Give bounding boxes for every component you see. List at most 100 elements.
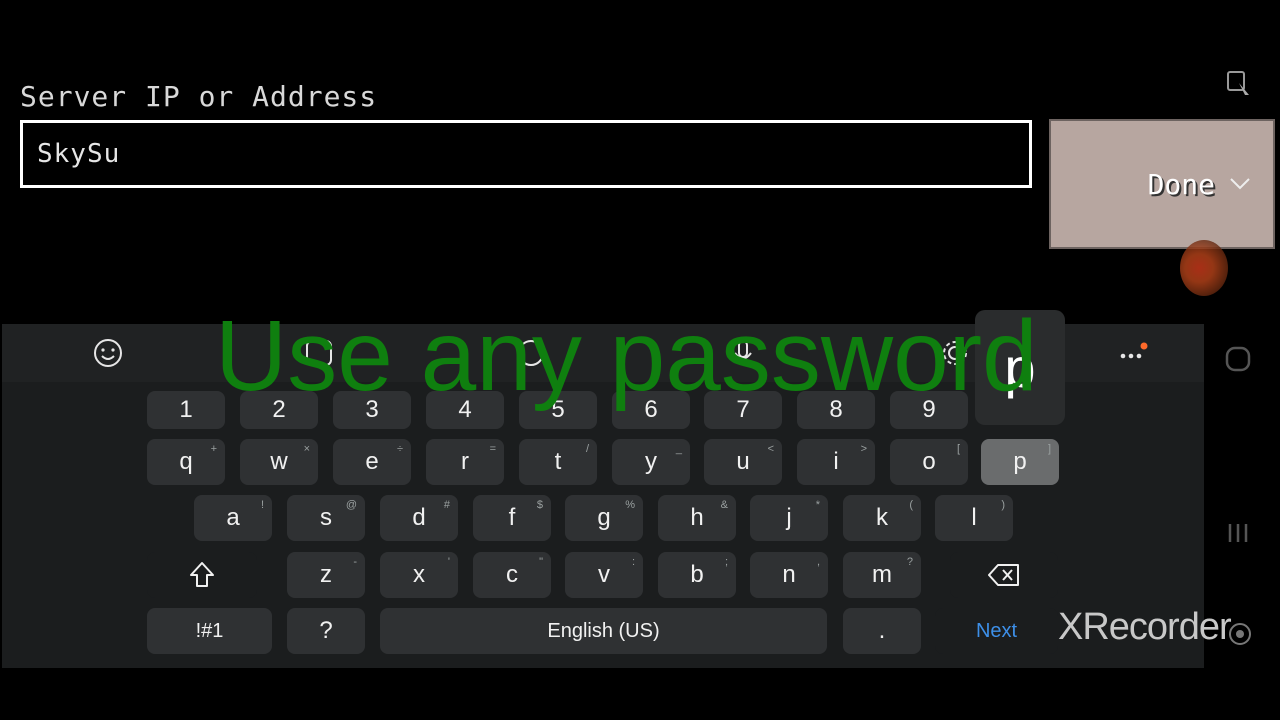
shift-key[interactable]	[147, 552, 257, 598]
key-alt: &	[720, 499, 728, 511]
key-alt: $	[536, 499, 543, 511]
key-alt: %	[625, 499, 635, 511]
space-key[interactable]: English (US)	[380, 608, 827, 654]
key-letter: k	[876, 504, 888, 531]
key-o[interactable]: o[	[890, 439, 968, 485]
key-4[interactable]: 4	[426, 391, 504, 429]
more-options-icon[interactable]	[1115, 336, 1149, 370]
key-y[interactable]: y _	[612, 439, 690, 485]
key-letter: i	[833, 448, 839, 475]
key-q[interactable]: q +	[147, 439, 225, 485]
key-d[interactable]: d #	[380, 495, 458, 541]
key-m[interactable]: m?	[843, 552, 921, 598]
key-letter: g	[597, 504, 611, 531]
done-label: Done	[1147, 167, 1215, 201]
key-t[interactable]: t /	[519, 439, 597, 485]
key-3[interactable]: 3	[333, 391, 411, 429]
key-letter: o	[922, 448, 936, 475]
key-letter: f	[508, 504, 516, 531]
key-alt: (	[909, 499, 913, 511]
key-9[interactable]: 9	[890, 391, 968, 429]
period-key[interactable]: .	[843, 608, 921, 654]
key-letter: e	[365, 448, 379, 475]
home-icon[interactable]	[1222, 344, 1254, 374]
key-e[interactable]: e ÷	[333, 439, 411, 485]
key-u[interactable]: u <	[704, 439, 782, 485]
key-alt: ;	[724, 556, 728, 568]
key-alt: [	[956, 443, 960, 455]
key-alt: "	[539, 556, 543, 568]
key-1[interactable]: 1	[147, 391, 225, 429]
key-w[interactable]: w ×	[240, 439, 318, 485]
key-f[interactable]: f $	[473, 495, 551, 541]
key-alt: :	[631, 556, 635, 568]
key-letter: r	[461, 448, 469, 475]
key-j[interactable]: j *	[750, 495, 828, 541]
key-alt: @	[345, 499, 357, 511]
key-letter: y	[645, 448, 657, 475]
key-c[interactable]: c "	[473, 552, 551, 598]
key-preview-popup: p	[975, 310, 1065, 425]
key-i[interactable]: i >	[797, 439, 875, 485]
key-alt: <	[767, 443, 774, 455]
key-alt: ]	[1047, 443, 1051, 455]
key-alt: !	[260, 499, 264, 511]
key-8[interactable]: 8	[797, 391, 875, 429]
key-alt: ×	[303, 443, 310, 455]
key-g[interactable]: g%	[565, 495, 643, 541]
key-7[interactable]: 7	[704, 391, 782, 429]
key-alt: ÷	[396, 443, 403, 455]
record-indicator-icon[interactable]	[1180, 240, 1228, 296]
symbols-key[interactable]: !#1	[147, 608, 272, 654]
key-z[interactable]: z-	[287, 552, 365, 598]
key-letter: b	[690, 561, 704, 588]
key-alt: +	[210, 443, 217, 455]
key-letter: s	[320, 504, 332, 531]
key-alt: *	[815, 499, 820, 511]
key-letter: w	[270, 448, 288, 475]
microphone-icon[interactable]	[726, 336, 760, 370]
key-r[interactable]: r =	[426, 439, 504, 485]
key-v[interactable]: v:	[565, 552, 643, 598]
key-alt: ?	[906, 556, 913, 568]
key-p[interactable]: p]	[981, 439, 1059, 485]
key-letter: x	[413, 561, 425, 588]
key-l[interactable]: l)	[935, 495, 1013, 541]
key-a[interactable]: a!	[194, 495, 272, 541]
key-letter: l	[971, 504, 977, 531]
gear-icon[interactable]	[938, 336, 972, 370]
recent-apps-icon[interactable]	[1222, 518, 1254, 548]
watermark-settings-icon	[1226, 620, 1254, 648]
key-letter: u	[736, 448, 750, 475]
key-letter: m	[872, 561, 892, 588]
emoji-icon[interactable]	[91, 336, 125, 370]
key-2[interactable]: 2	[240, 391, 318, 429]
key-n[interactable]: n,	[750, 552, 828, 598]
next-key[interactable]: Next	[935, 608, 1058, 654]
key-x[interactable]: x '	[380, 552, 458, 598]
backspace-key[interactable]	[950, 552, 1058, 598]
key-letter: c	[506, 561, 518, 588]
key-alt: >	[860, 443, 867, 455]
shift-icon	[189, 561, 215, 589]
key-s[interactable]: s @	[287, 495, 365, 541]
screen-translate-icon[interactable]	[1224, 68, 1254, 100]
key-alt: /	[585, 443, 589, 455]
server-address-value: SkySu	[37, 139, 121, 169]
key-letter: v	[598, 561, 610, 588]
key-6[interactable]: 6	[612, 391, 690, 429]
key-k[interactable]: k(	[843, 495, 921, 541]
done-button[interactable]: Done	[1049, 119, 1275, 249]
key-5[interactable]: 5	[519, 391, 597, 429]
key-letter: t	[554, 448, 562, 475]
question-key[interactable]: ?	[287, 608, 365, 654]
gif-icon[interactable]	[514, 336, 548, 370]
key-b[interactable]: b;	[658, 552, 736, 598]
backspace-icon	[988, 564, 1020, 586]
key-letter: a	[226, 504, 240, 531]
sticker-icon[interactable]	[302, 336, 336, 370]
key-h[interactable]: h &	[658, 495, 736, 541]
key-alt: _	[675, 443, 682, 455]
server-address-input[interactable]: SkySu	[20, 120, 1032, 188]
key-letter: p	[1013, 448, 1027, 475]
